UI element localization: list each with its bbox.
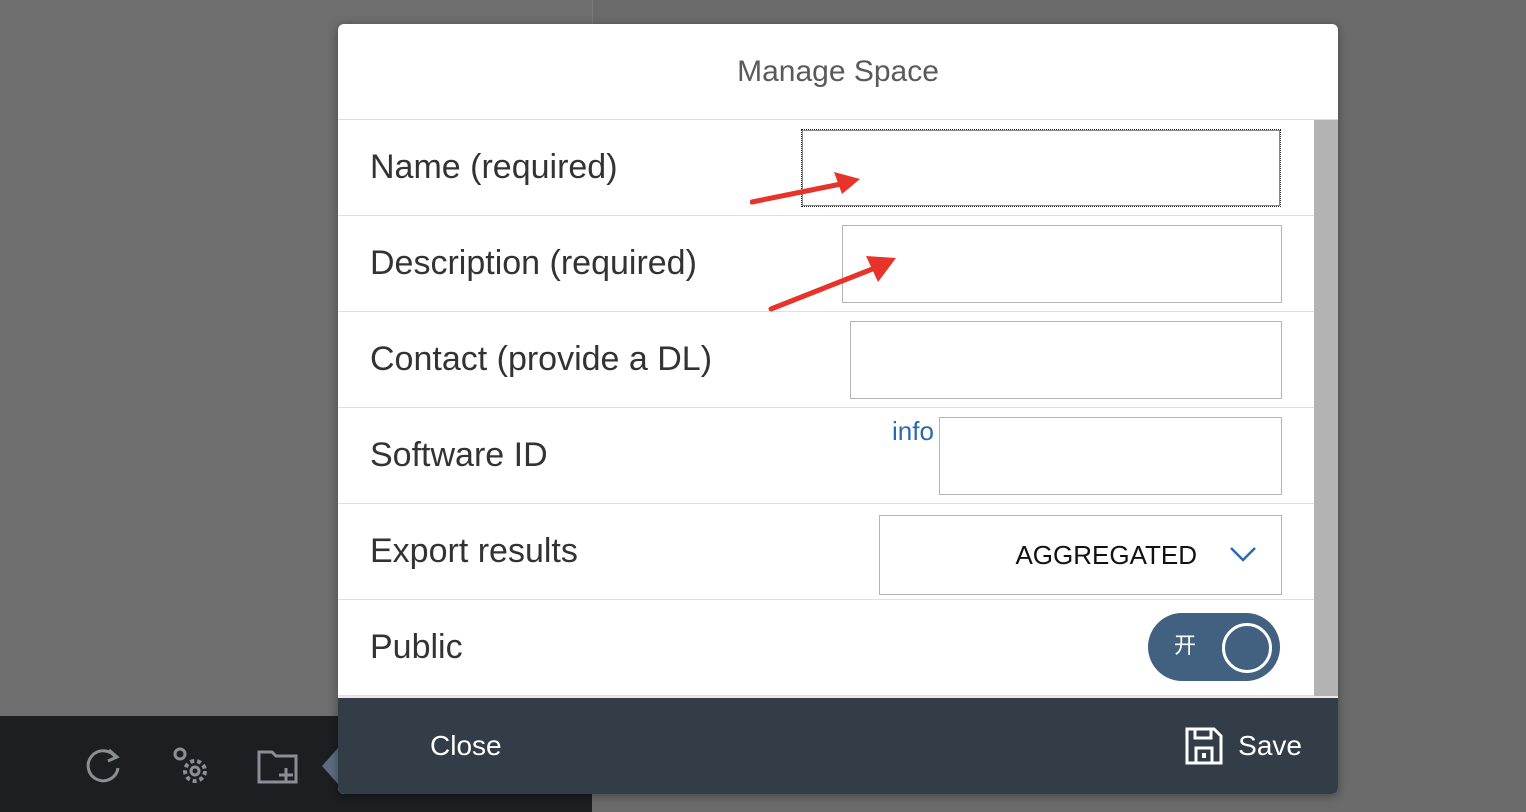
save-label: Save [1238,730,1302,761]
export-results-label: Export results [370,532,578,570]
contact-input[interactable] [850,321,1282,399]
public-label: Public [370,628,463,666]
chevron-down-icon [1230,547,1256,562]
settings-gears-icon[interactable] [168,744,212,788]
manage-space-dialog: Manage Space Name (required) Description… [338,24,1338,794]
export-results-row: Export results AGGREGATED [338,504,1314,600]
new-folder-icon[interactable] [256,744,300,788]
save-floppy-icon [1185,727,1223,765]
public-toggle-label: 开 [1174,634,1197,659]
contact-row: Contact (provide a DL) [338,312,1314,408]
annotation-arrow-icon [750,172,860,205]
public-row: Public 开 [338,600,1314,696]
software-id-info-link[interactable]: info [892,416,934,447]
dialog-title: Manage Space [737,54,939,88]
software-id-label: Software ID [370,436,548,474]
description-label: Description (required) [370,244,697,282]
name-input[interactable] [801,129,1281,207]
close-button[interactable]: Close [430,698,502,794]
dialog-footer: Close Save [338,696,1338,794]
toolbar-pointer [322,748,338,784]
export-results-value: AGGREGATED [1015,540,1197,570]
dialog-header: Manage Space [338,24,1338,120]
toggle-knob [1222,623,1272,673]
name-label: Name (required) [370,148,618,186]
annotation-arrow-icon [768,256,896,312]
software-id-row: Software ID info [338,408,1314,504]
public-toggle[interactable]: 开 [1148,613,1280,681]
export-results-select[interactable]: AGGREGATED [879,515,1282,595]
refresh-icon[interactable] [82,744,126,788]
software-id-input[interactable] [939,417,1282,495]
description-input[interactable] [842,225,1282,303]
save-button[interactable]: Save [1184,698,1302,794]
dialog-scrollbar[interactable] [1314,120,1338,696]
contact-label: Contact (provide a DL) [370,340,713,378]
